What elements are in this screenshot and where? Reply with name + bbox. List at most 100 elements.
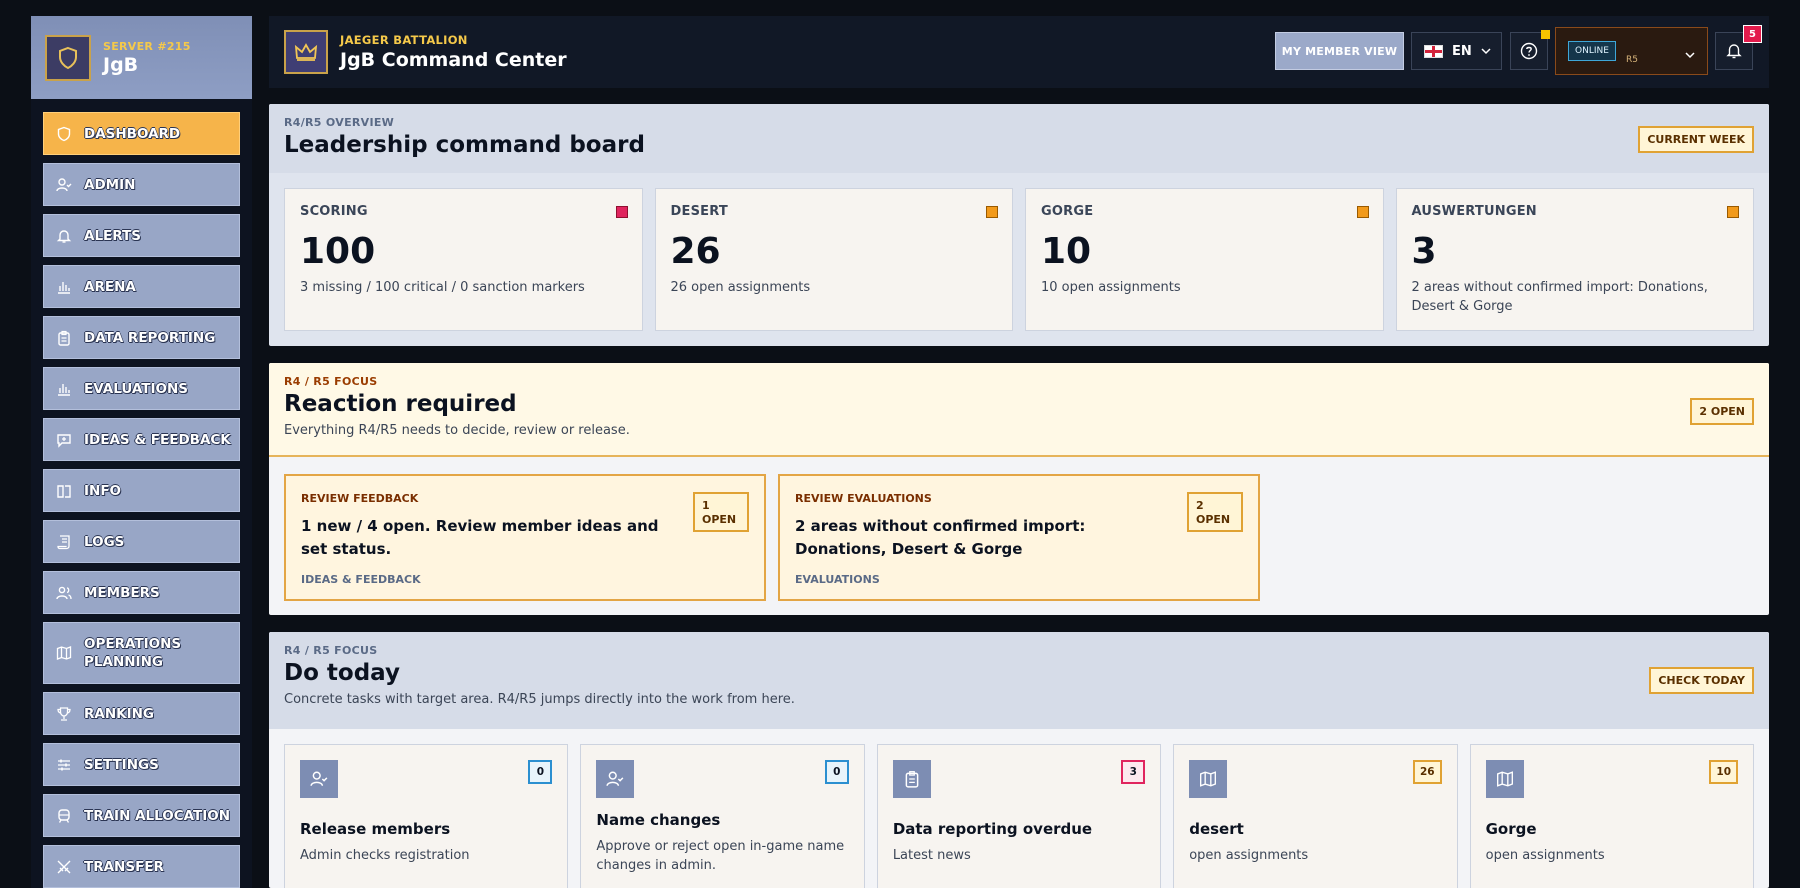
- review-feedback-card[interactable]: REVIEW FEEDBACK 1 new / 4 open. Review m…: [284, 474, 766, 601]
- task-description: open assignments: [1485, 848, 1605, 863]
- sidebar-item-arena[interactable]: ARENA: [43, 265, 240, 308]
- sidebar-item-train-allocation[interactable]: TRAIN ALLOCATION: [43, 794, 240, 837]
- bar-chart-icon: [56, 381, 72, 397]
- stat-value: 26: [670, 231, 721, 272]
- sidebar-item-operations-planning[interactable]: OPERATIONS PLANNING: [43, 622, 240, 684]
- task-count-badge: 10: [1709, 760, 1739, 784]
- sidebar-item-evaluations[interactable]: EVALUATIONS: [43, 367, 240, 410]
- scroll-icon: [56, 534, 72, 550]
- task-title: desert: [1189, 820, 1244, 838]
- help-indicator: [1541, 30, 1550, 39]
- open-count-badge: 2 OPEN: [1690, 398, 1754, 425]
- sidebar-item-ideas-feedback[interactable]: IDEAS & FEEDBACK: [43, 418, 240, 461]
- task-count-badge: 0: [824, 760, 849, 784]
- train-icon: [56, 808, 72, 824]
- sidebar-item-ranking[interactable]: RANKING: [43, 692, 240, 735]
- chevron-down-icon: [1481, 47, 1491, 55]
- clipboard-icon: [56, 330, 72, 346]
- task-card-gorge[interactable]: 10 Gorge open assignments: [1469, 744, 1755, 888]
- sidebar-item-transfer[interactable]: TRANSFER: [43, 845, 240, 888]
- status-indicator: [1727, 206, 1739, 218]
- sidebar-item-label: ARENA: [84, 278, 136, 295]
- map-icon: [1189, 760, 1228, 798]
- card-target-link[interactable]: EVALUATIONS: [795, 573, 1243, 586]
- stat-card-gorge[interactable]: GORGE 10 10 open assignments: [1025, 188, 1384, 331]
- sidebar-item-admin[interactable]: ADMIN: [43, 163, 240, 206]
- shield-icon: [56, 126, 72, 142]
- sliders-icon: [56, 757, 72, 773]
- crown-icon: [284, 30, 328, 74]
- sidebar-item-data-reporting[interactable]: DATA REPORTING: [43, 316, 240, 359]
- page-title: JgB Command Center: [340, 49, 567, 71]
- language-select[interactable]: EN: [1411, 32, 1502, 70]
- current-week-badge: CURRENT WEEK: [1638, 126, 1754, 153]
- sidebar: SERVER #215 JgB DASHBOARD ADMIN ALERTS A…: [31, 16, 252, 888]
- user-status-dropdown[interactable]: ONLINE R5: [1555, 27, 1708, 75]
- badge-count: 2: [1196, 499, 1204, 512]
- sidebar-item-label: DASHBOARD: [84, 125, 181, 142]
- sidebar-item-label: SETTINGS: [84, 756, 159, 773]
- map-icon: [56, 645, 72, 661]
- task-title: Data reporting overdue: [892, 820, 1093, 838]
- user-check-icon: [56, 177, 72, 193]
- status-indicator: [986, 206, 998, 218]
- status-indicator: [1356, 206, 1369, 218]
- section-eyebrow: R4 / R5 FOCUS: [284, 644, 378, 657]
- task-title: Release members: [300, 820, 451, 838]
- task-card-data-reporting-overdue[interactable]: 3 Data reporting overdue Latest news: [876, 744, 1162, 888]
- task-card-desert[interactable]: 26 desert open assignments: [1173, 744, 1458, 888]
- my-member-view-button[interactable]: MY MEMBER VIEW: [1275, 32, 1404, 70]
- stat-card-auswertungen[interactable]: AUSWERTUNGEN 3 2 areas without confirmed…: [1395, 188, 1754, 331]
- card-text: 1 new / 4 open. Review member ideas and …: [301, 517, 659, 558]
- book-open-icon: [56, 483, 72, 499]
- stat-value: 100: [300, 231, 376, 272]
- stat-value: 3: [1411, 231, 1437, 272]
- badge-label: OPEN: [1196, 513, 1231, 526]
- stat-card-desert[interactable]: DESERT 26 26 open assignments: [654, 188, 1013, 331]
- task-card-name-changes[interactable]: 0 Name changes Approve or reject open in…: [580, 744, 865, 888]
- shield-icon: [45, 34, 91, 81]
- sidebar-item-logs[interactable]: LOGS: [43, 520, 240, 563]
- bell-icon: [1726, 42, 1742, 60]
- trophy-icon: [56, 706, 72, 722]
- task-card-release-members[interactable]: 0 Release members Admin checks registrat…: [284, 744, 569, 888]
- sidebar-item-label: IDEAS & FEEDBACK: [84, 431, 231, 448]
- sidebar-item-alerts[interactable]: ALERTS: [43, 214, 240, 257]
- sidebar-item-info[interactable]: INFO: [43, 469, 240, 512]
- top-bar: JAEGER BATTALION JgB Command Center MY M…: [269, 16, 1769, 88]
- stat-label: AUSWERTUNGEN: [1411, 204, 1537, 219]
- user-check-icon: [596, 760, 635, 798]
- chevron-down-icon: [1685, 44, 1695, 63]
- stat-description: 3 missing / 100 critical / 0 sanction ma…: [300, 280, 585, 295]
- status-indicator: [615, 206, 628, 218]
- user-check-icon: [300, 760, 338, 798]
- badge-label: OPEN: [702, 513, 737, 526]
- stat-label: DESERT: [670, 204, 728, 219]
- card-text: 2 areas without confirmed import: Donati…: [795, 517, 1086, 558]
- reaction-panel: R4 / R5 FOCUS Reaction required Everythi…: [269, 363, 1769, 615]
- stat-description: 10 open assignments: [1041, 280, 1181, 295]
- section-title: Reaction required: [284, 391, 517, 417]
- review-evaluations-card[interactable]: REVIEW EVALUATIONS 2 areas without confi…: [778, 474, 1260, 601]
- sidebar-item-members[interactable]: MEMBERS: [43, 571, 240, 614]
- task-title: Name changes: [596, 811, 721, 829]
- open-count-badge: 2 OPEN: [1187, 492, 1243, 532]
- task-description: Latest news: [892, 848, 971, 863]
- stat-description: 26 open assignments: [670, 280, 811, 295]
- message-plus-icon: [56, 432, 72, 448]
- sidebar-item-dashboard[interactable]: DASHBOARD: [43, 112, 240, 155]
- check-today-badge: CHECK TODAY: [1649, 667, 1754, 694]
- help-icon: [1520, 42, 1538, 60]
- task-description: Admin checks registration: [300, 848, 470, 863]
- task-description: open assignments: [1189, 848, 1309, 863]
- stat-label: GORGE: [1041, 204, 1094, 219]
- sidebar-item-settings[interactable]: SETTINGS: [43, 743, 240, 786]
- rank-label: R5: [1626, 55, 1638, 65]
- brand-header[interactable]: SERVER #215 JgB: [31, 16, 252, 99]
- card-target-link[interactable]: IDEAS & FEEDBACK: [301, 573, 749, 586]
- stat-card-scoring[interactable]: SCORING 100 3 missing / 100 critical / 0…: [284, 188, 643, 331]
- task-title: Gorge: [1485, 820, 1537, 838]
- flag-icon: [1424, 44, 1443, 58]
- section-subtitle: Concrete tasks with target area. R4/R5 j…: [284, 692, 795, 707]
- sidebar-item-label: INFO: [84, 482, 122, 499]
